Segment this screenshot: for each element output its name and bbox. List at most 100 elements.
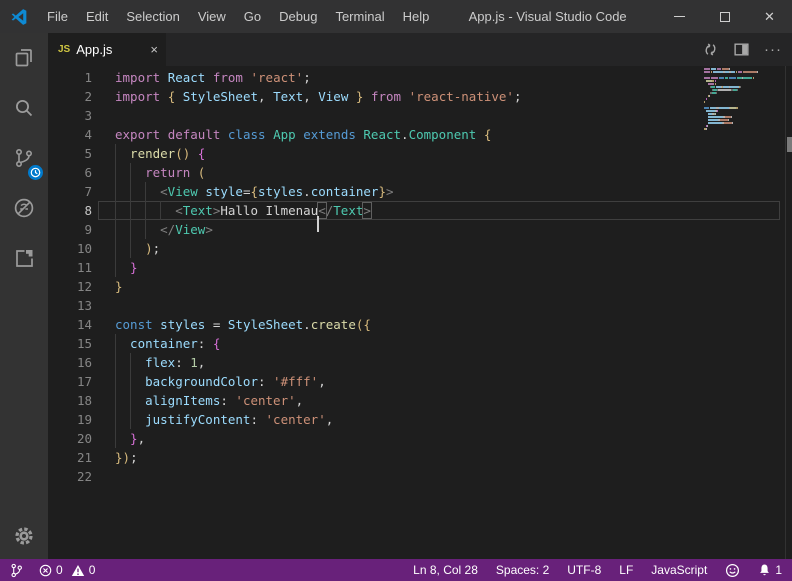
code-line[interactable]: 15container: { <box>48 334 792 353</box>
code-token: = <box>205 317 228 332</box>
minimap-line <box>704 131 768 134</box>
settings-button[interactable] <box>0 513 48 559</box>
code-line[interactable]: 17backgroundColor: '#fff', <box>48 372 792 391</box>
line-number: 3 <box>48 106 92 125</box>
code-line[interactable]: 8<Text>Hallo Ilmenau</Text> <box>48 201 792 220</box>
code-token: from <box>213 70 243 85</box>
git-branch-button[interactable] <box>10 563 23 578</box>
code-token <box>160 89 168 104</box>
indentation-setting[interactable]: Spaces: 2 <box>496 563 549 577</box>
notifications-button[interactable]: 1 <box>758 563 782 577</box>
warning-count: 0 <box>89 563 96 577</box>
code-token: import <box>115 89 160 104</box>
encoding-setting[interactable]: UTF-8 <box>567 563 601 577</box>
code-token: export <box>115 127 160 142</box>
menu-selection[interactable]: Selection <box>117 0 188 33</box>
code-token: 'center' <box>235 393 295 408</box>
code-line[interactable]: 10); <box>48 239 792 258</box>
sidebar-item-source-control[interactable] <box>0 133 48 183</box>
language-mode[interactable]: JavaScript <box>651 563 707 577</box>
close-button[interactable]: ✕ <box>747 0 792 33</box>
code-token: import <box>115 70 160 85</box>
code-line[interactable]: 18alignItems: 'center', <box>48 391 792 410</box>
menu-terminal[interactable]: Terminal <box>326 0 393 33</box>
code-line[interactable]: 9</View> <box>48 220 792 239</box>
code-line[interactable]: 20}, <box>48 429 792 448</box>
menu-file[interactable]: File <box>38 0 77 33</box>
code-line[interactable]: 21}); <box>48 448 792 467</box>
code-line[interactable]: 4export default class App extends React.… <box>48 125 792 144</box>
code-line[interactable]: 22 <box>48 467 792 486</box>
code-token: , <box>303 89 318 104</box>
minimap[interactable] <box>704 68 768 134</box>
code-token: , <box>296 393 304 408</box>
code-token: StyleSheet <box>228 317 303 332</box>
code-token: justifyContent <box>145 412 250 427</box>
code-line[interactable]: 19justifyContent: 'center', <box>48 410 792 429</box>
code-token: { <box>213 336 221 351</box>
bell-icon <box>758 563 771 577</box>
code-line[interactable]: 5render() { <box>48 144 792 163</box>
indent-guide <box>115 391 130 410</box>
window-controls: ✕ <box>657 0 792 33</box>
code-token: > <box>363 203 371 218</box>
minimize-button[interactable] <box>657 0 702 33</box>
code-token: StyleSheet <box>183 89 258 104</box>
menu-help[interactable]: Help <box>394 0 439 33</box>
open-changes-icon[interactable] <box>702 41 719 58</box>
menu-go[interactable]: Go <box>235 0 270 33</box>
code-token: } <box>130 431 138 446</box>
code-line[interactable]: 14const styles = StyleSheet.create({ <box>48 315 792 334</box>
code-token: render <box>130 146 175 161</box>
indent-guide <box>130 410 145 429</box>
code-line[interactable]: 1import React from 'react'; <box>48 68 792 87</box>
menu-edit[interactable]: Edit <box>77 0 117 33</box>
error-count: 0 <box>56 563 63 577</box>
tab-title: App.js <box>76 42 146 57</box>
code-line[interactable]: 12} <box>48 277 792 296</box>
maximize-button[interactable] <box>702 0 747 33</box>
sidebar-item-extensions[interactable] <box>0 233 48 283</box>
code-token: ; <box>303 70 311 85</box>
javascript-file-icon: JS <box>58 44 70 55</box>
split-editor-icon[interactable] <box>733 41 750 58</box>
more-actions-icon[interactable]: ··· <box>764 42 782 57</box>
tab-close-icon[interactable]: × <box>146 42 158 57</box>
code-token: flex <box>145 355 175 370</box>
code-token: 1 <box>190 355 198 370</box>
code-token: < <box>160 222 168 237</box>
indent-guide <box>115 201 130 220</box>
menu-view[interactable]: View <box>189 0 235 33</box>
code-line[interactable]: 13 <box>48 296 792 315</box>
sidebar-item-debug[interactable] <box>0 183 48 233</box>
problems-button[interactable]: 0 0 <box>39 563 95 577</box>
indent-guide <box>130 201 145 220</box>
code-line[interactable]: 7<View style={styles.container}> <box>48 182 792 201</box>
sidebar-item-search[interactable] <box>0 83 48 133</box>
overview-ruler[interactable] <box>785 66 792 559</box>
code-token: { <box>484 127 492 142</box>
code-line[interactable]: 11} <box>48 258 792 277</box>
feedback-button[interactable] <box>725 563 740 578</box>
menu-debug[interactable]: Debug <box>270 0 326 33</box>
code-token: , <box>198 355 206 370</box>
indent-guide <box>145 182 160 201</box>
code-lines: 1import React from 'react';2import { Sty… <box>48 68 792 486</box>
code-token: Text <box>183 203 213 218</box>
code-line[interactable]: 16flex: 1, <box>48 353 792 372</box>
code-token: , <box>326 412 334 427</box>
eol-setting[interactable]: LF <box>619 563 633 577</box>
code-line[interactable]: 6return ( <box>48 163 792 182</box>
sidebar-item-explorer[interactable] <box>0 33 48 83</box>
code-editor[interactable]: 1import React from 'react';2import { Sty… <box>48 66 792 559</box>
explorer-icon <box>12 46 36 70</box>
line-number: 4 <box>48 125 92 144</box>
code-token: 'react' <box>251 70 304 85</box>
line-number: 15 <box>48 334 92 353</box>
indent-guide <box>115 220 130 239</box>
code-line[interactable]: 2import { StyleSheet, Text, View } from … <box>48 87 792 106</box>
tab-appjs[interactable]: JS App.js × <box>48 33 166 66</box>
code-line[interactable]: 3 <box>48 106 792 125</box>
cursor-position[interactable]: Ln 8, Col 28 <box>413 563 478 577</box>
maximize-icon <box>720 12 730 22</box>
